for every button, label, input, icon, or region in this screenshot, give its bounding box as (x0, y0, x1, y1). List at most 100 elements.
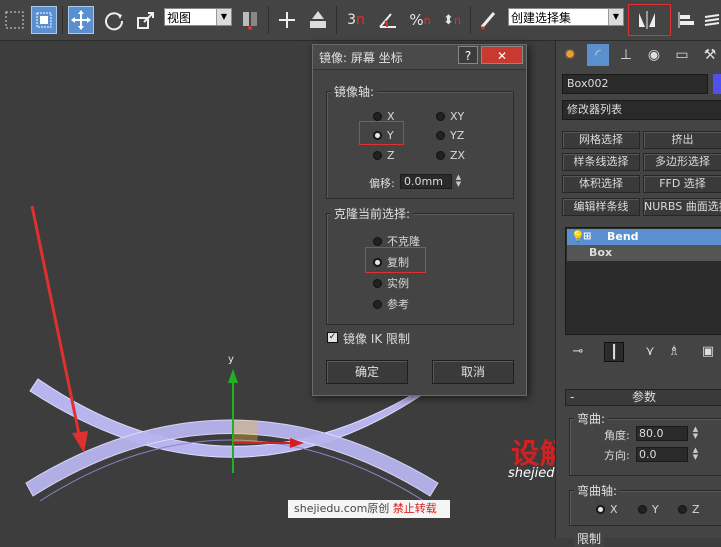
offset-input[interactable]: 0.0mm (400, 174, 452, 189)
select-and-move-icon[interactable] (68, 6, 94, 34)
radio-dot (436, 112, 445, 121)
hierarchy-tab-icon[interactable]: ⊥ (615, 44, 637, 66)
move-gizmo-plane (232, 420, 258, 444)
axis-zx-radio[interactable]: ZX (436, 149, 465, 162)
direction-input[interactable]: 0.0 (636, 447, 688, 462)
poly-select-button[interactable]: 多边形选择 (643, 153, 721, 171)
collapse-icon: - (570, 390, 575, 404)
make-unique-icon[interactable]: ⋎ (640, 342, 660, 362)
stack-item-label: Box (589, 246, 613, 259)
spline-select-button[interactable]: 样条线选择 (562, 153, 640, 171)
dialog-titlebar[interactable]: 镜像: 屏幕 坐标 ? ✕ (313, 45, 526, 70)
ok-button[interactable]: 确定 (326, 360, 408, 384)
help-button[interactable]: ? (458, 46, 478, 64)
mesh-select-button[interactable]: 网格选择 (562, 131, 640, 149)
nurbs-surface-select-button[interactable]: NURBS 曲面选择 (643, 198, 721, 216)
modify-tab-icon[interactable]: ◜ (587, 44, 609, 66)
edit-spline-button[interactable]: 编辑样条线 (562, 198, 640, 216)
radio-dot (678, 505, 687, 514)
angle-spinner-icon[interactable]: ▲ ▼ (690, 426, 701, 441)
angle-label: 角度: (604, 429, 630, 442)
bend-axis-y-radio[interactable]: Y (638, 503, 659, 516)
chevron-down-icon: ▼ (216, 9, 231, 25)
angle-input[interactable]: 80.0 (636, 426, 688, 441)
keyboard-shortcut-icon[interactable] (305, 6, 331, 34)
clone-reference-radio[interactable]: 参考 (373, 296, 409, 312)
ffd-select-button[interactable]: FFD 选择 (643, 175, 721, 193)
configure-modifier-sets-icon[interactable]: ▣ (698, 342, 718, 362)
modifier-list-select[interactable]: 修改器列表 (562, 100, 721, 120)
stack-item-label: Bend (607, 230, 639, 243)
pin-stack-icon[interactable]: ⊸ (568, 342, 588, 362)
radio-label: YZ (450, 129, 465, 142)
axis-yz-radio[interactable]: YZ (436, 129, 464, 142)
cancel-button[interactable]: 取消 (432, 360, 514, 384)
manipulate-icon[interactable] (274, 6, 300, 34)
close-button[interactable]: ✕ (481, 46, 523, 64)
radio-dot (596, 505, 605, 514)
radio-label: 实例 (387, 277, 409, 290)
utilities-tab-icon[interactable]: ⚒ (699, 44, 721, 66)
mirror-ik-label: 镜像 IK 限制 (343, 332, 411, 346)
radio-label: X (610, 503, 618, 516)
volume-select-button[interactable]: 体积选择 (562, 175, 640, 193)
command-panel: ✹ ◜ ⊥ ◉ ▭ ⚒ Box002 修改器列表 网格选择 挤出 样条线选择 多… (555, 41, 721, 547)
angle-snap-icon[interactable] (375, 6, 401, 34)
parameters-rollout-header[interactable]: - 参数 (565, 389, 721, 406)
object-name-field[interactable]: Box002 (562, 74, 708, 94)
stack-item-box[interactable]: Box (567, 245, 721, 261)
axis-z-radio[interactable]: Z (373, 149, 395, 162)
direction-label: 方向: (604, 449, 630, 462)
radio-label: Z (387, 149, 395, 162)
axis-y-highlight-box (359, 121, 404, 145)
clone-instance-radio[interactable]: 实例 (373, 275, 409, 291)
offset-spinner-icon[interactable]: ▲ ▼ (453, 174, 464, 189)
stack-item-bend[interactable]: 💡 ⊞ Bend (567, 229, 721, 245)
mirror-ik-checkbox[interactable]: ✓ (327, 332, 338, 343)
snaps-toggle-icon[interactable]: 3n (343, 6, 369, 34)
axis-xy-radio[interactable]: XY (436, 110, 464, 123)
radio-dot (373, 112, 382, 121)
mirror-highlight-box (628, 4, 671, 36)
offset-label: 偏移: (369, 177, 395, 190)
modifier-list-value: 修改器列表 (567, 103, 622, 116)
motion-tab-icon[interactable]: ◉ (643, 44, 665, 66)
select-and-scale-icon[interactable] (133, 6, 159, 34)
show-end-result-icon[interactable]: ┃ (604, 342, 624, 362)
percent-snap-icon[interactable]: % n (407, 6, 433, 34)
radio-dot (373, 299, 382, 309)
window-crossing-icon[interactable] (31, 6, 57, 34)
align-icon[interactable] (674, 6, 700, 34)
clone-copy-highlight-box (365, 247, 426, 273)
layer-manager-icon[interactable] (703, 6, 721, 34)
edit-named-selection-icon[interactable] (476, 6, 502, 34)
direction-spinner-icon[interactable]: ▲ ▼ (690, 447, 701, 462)
display-tab-icon[interactable]: ▭ (671, 44, 693, 66)
pivot-center-icon[interactable] (237, 6, 263, 34)
select-and-rotate-icon[interactable] (101, 6, 127, 34)
main-toolbar: 视图 ▼ 3n % n ⬍ n 创建选择集 ▼ (0, 0, 721, 41)
watermark-banner: shejiedu.com原创 禁止转载 (288, 500, 450, 518)
watermark-warning: 禁止转载 (392, 502, 437, 515)
reference-coordinate-select[interactable]: 视图 ▼ (164, 8, 232, 26)
radio-label: 参考 (387, 298, 409, 311)
named-selection-value: 创建选择集 (511, 11, 572, 25)
radio-label: ZX (450, 149, 466, 162)
radio-dot (436, 131, 445, 140)
bend-axis-x-radio[interactable]: X (596, 503, 618, 516)
radio-dot (638, 505, 647, 514)
snap-magnet-label: n (356, 12, 365, 28)
rectangle-selection-icon[interactable] (2, 6, 28, 34)
create-tab-icon[interactable]: ✹ (559, 44, 581, 66)
expand-icon[interactable]: ⊞ (583, 229, 591, 245)
reference-coordinate-value: 视图 (167, 11, 192, 25)
dialog-title: 镜像: 屏幕 坐标 (319, 51, 403, 65)
extrude-button[interactable]: 挤出 (643, 131, 721, 149)
object-color-swatch[interactable] (713, 74, 721, 94)
spinner-snap-icon[interactable]: ⬍ n (439, 6, 465, 34)
modifier-stack[interactable]: 💡 ⊞ Bend Box (565, 227, 721, 335)
bend-axis-z-radio[interactable]: Z (678, 503, 700, 516)
bend-axis-group-label: 弯曲轴: (574, 482, 621, 499)
remove-modifier-icon[interactable]: ♗ (664, 342, 684, 362)
named-selection-select[interactable]: 创建选择集 ▼ (508, 8, 624, 26)
